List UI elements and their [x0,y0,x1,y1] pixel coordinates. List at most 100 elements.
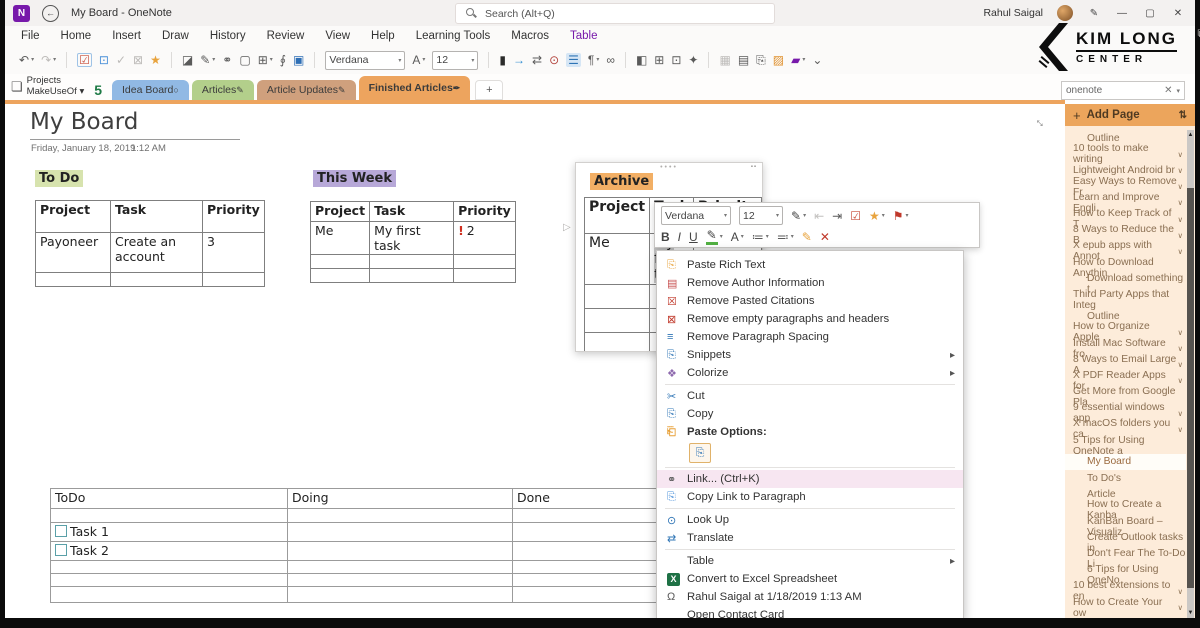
font-style-icon[interactable]: A▾ [412,54,425,66]
mt-font-color-icon[interactable]: A▾ [731,231,744,243]
table-cell[interactable]: Me [585,234,650,285]
clipboard-icon[interactable]: ⎘ [756,54,766,66]
addin-icon[interactable]: ▰▾ [791,54,805,66]
table-cell[interactable] [454,255,516,269]
page-search-dropdown-icon[interactable]: ▾ [1176,87,1180,95]
search-input[interactable]: Search (Alt+Q) [455,3,775,24]
eraser-icon[interactable]: ◪ [182,54,193,66]
table-cell[interactable] [370,269,454,283]
table-cell[interactable]: Payoneer [36,233,111,273]
table-cell[interactable] [585,333,650,353]
mt-decrease-indent-icon[interactable]: ⇤ [814,210,824,222]
mt-delete-icon[interactable]: ✕ [820,231,830,243]
context-menu-item-remove-empty-paragraphs[interactable]: ⊠Remove empty paragraphs and headers [657,310,963,328]
table-cell[interactable] [288,523,513,542]
dock-desktop-icon[interactable]: ⇄ [532,54,542,66]
table-cell[interactable] [288,574,513,587]
context-menu-item-copy[interactable]: ⎘Copy [657,405,963,423]
scroll-up-icon[interactable]: ▲ [1187,132,1194,138]
mt-font-name-select[interactable]: Verdana▾ [661,206,731,225]
mt-font-size-select[interactable]: 12▾ [739,206,783,225]
context-menu-item-copy-link-to-paragraph[interactable]: ⎘Copy Link to Paragraph [657,488,963,506]
menu-item-file[interactable]: File [21,30,40,42]
sidebar-scrollbar[interactable]: ▲ ▼ [1187,130,1194,618]
table-cell[interactable] [288,542,513,561]
password-icon[interactable]: ⊙ [549,54,559,66]
scroll-down-icon[interactable]: ▼ [1187,610,1194,616]
mt-format-painter-icon[interactable]: ✎▾ [791,210,806,222]
context-menu-item-table[interactable]: Table▸ [657,552,963,570]
menu-item-history[interactable]: History [210,30,246,42]
table-cell[interactable] [311,269,370,283]
forward-icon[interactable]: → [513,54,525,66]
menu-item-review[interactable]: Review [267,30,305,42]
table-cell[interactable] [370,255,454,269]
pin-icon[interactable]: ✦ [688,54,698,66]
undo-icon[interactable]: ↶▾ [19,54,34,66]
table-cell[interactable] [51,587,288,603]
back-icon[interactable]: ← [42,5,59,22]
add-page-button[interactable]: + Add Page ⇅ [1065,104,1195,126]
sidebar-page-how-to-create-your-ow[interactable]: How to Create Your ow∨ [1065,599,1186,615]
redo-icon[interactable]: ↷▾ [41,54,56,66]
mt-bullets-icon[interactable]: ≔▾ [752,231,769,243]
page-title[interactable]: My Board [30,109,138,135]
check-tag-icon[interactable]: ✓ [116,54,126,66]
sort-pages-icon[interactable]: ☰ [566,53,581,67]
mt-brush-icon[interactable]: ✎ [802,231,812,243]
table-cell[interactable] [454,269,516,283]
sidebar-page-to-do-s[interactable]: To Do's [1065,470,1186,486]
table-cell[interactable] [203,273,265,287]
question-tag-icon[interactable]: ⊡ [99,54,109,66]
paragraph-icon[interactable]: ¶▾ [588,54,599,66]
mt-flag-tag-icon[interactable]: ⚑▾ [893,210,909,222]
context-menu-item-remove-pasted-citations[interactable]: ☒Remove Pasted Citations [657,292,963,310]
context-menu-item-remove-paragraph-spacing[interactable]: ≡Remove Paragraph Spacing [657,328,963,346]
sidebar-page-5-tips-for-using-onenote-a[interactable]: 5 Tips for Using OneNote a [1065,438,1186,454]
context-menu-item-look-up[interactable]: ⊙Look Up [657,511,963,529]
context-menu-item-snippets[interactable]: ⎘Snippets▸ [657,346,963,364]
attach-file-icon[interactable]: ∮ [280,54,286,66]
task-checkbox[interactable] [55,525,67,537]
ribbon-overflow-icon[interactable]: ⌄ [812,54,822,66]
context-menu-item-paste-options[interactable]: ⎗Paste Options: [657,423,963,441]
remove-tag-icon[interactable]: ⊠ [133,54,143,66]
column-header[interactable]: Task [111,201,203,233]
menu-item-home[interactable]: Home [61,30,92,42]
menu-item-help[interactable]: Help [371,30,395,42]
context-menu-item-link[interactable]: ⚭Link... (Ctrl+K) [657,470,963,488]
docked-window-icon[interactable]: ⊡ [671,54,681,66]
table-cell[interactable] [585,309,650,333]
table-cell[interactable] [288,509,513,523]
menu-item-insert[interactable]: Insert [112,30,141,42]
resize-diagonal-icon[interactable]: ↔ [1032,112,1052,132]
menu-item-learning-tools[interactable]: Learning Tools [416,30,491,42]
notebook-selector[interactable]: ❏ Projects MakeUseOf ▾ [11,76,84,98]
mt-numbering-icon[interactable]: ≕▾ [777,231,794,243]
menu-item-view[interactable]: View [325,30,350,42]
task-checkbox[interactable] [55,544,67,556]
font-name-select[interactable]: Verdana▾ [325,51,405,70]
section-tab-article-updates[interactable]: Article Updates ✎ [257,80,356,100]
send-page-icon[interactable]: ▤ [738,54,749,66]
context-menu-item-author-stamp[interactable]: ΩRahul Saigal at 1/18/2019 1:13 AM [657,588,963,606]
new-section-tab[interactable]: + [475,80,503,100]
new-window-icon[interactable]: ⊞ [654,54,664,66]
table-cell[interactable] [288,561,513,574]
fullpage-view-icon[interactable]: ▮ [499,54,506,66]
table-cell[interactable] [51,574,288,587]
page-search-input[interactable]: onenote ✕ ▾ [1061,81,1185,100]
paragraph-handle-icon[interactable]: ▷ [563,222,571,233]
new-page-icon[interactable]: ▢ [239,54,250,66]
table-cell[interactable] [36,273,111,287]
context-menu-item-translate[interactable]: ⇄Translate [657,529,963,547]
context-menu-item-paste-rich-text[interactable]: ⎘Paste Rich Text [657,256,963,274]
context-menu-item-colorize[interactable]: ❖Colorize▸ [657,364,963,382]
equation-icon[interactable]: ∞ [606,54,615,66]
table-cell[interactable]: !2 [454,222,516,255]
table-cell[interactable]: My first task [370,222,454,255]
menu-item-draw[interactable]: Draw [162,30,189,42]
table-cell[interactable]: Task 1 [51,523,288,542]
sort-pages-icon[interactable]: ⇅ [1179,110,1187,121]
todo-heading[interactable]: To Do [35,170,83,187]
